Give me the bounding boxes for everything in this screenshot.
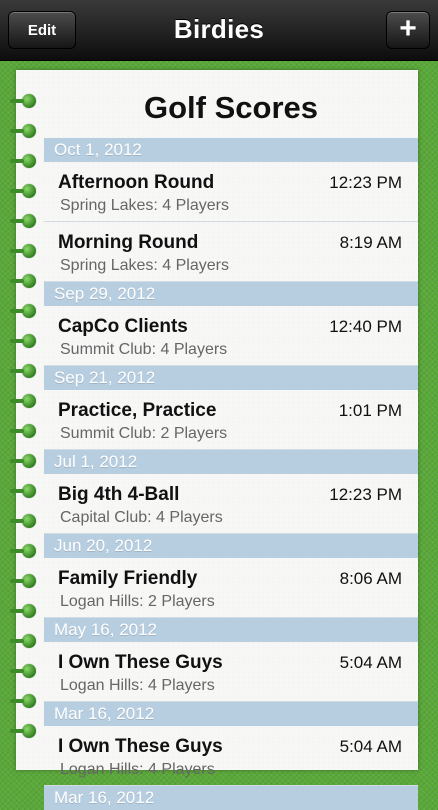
round-time: 5:04 AM — [339, 737, 402, 756]
round-course: Capital Club: 4 Players — [60, 509, 223, 526]
round-time: 8:19 AM — [339, 233, 402, 252]
binding-ring-icon — [10, 394, 36, 408]
navigation-bar: Edit Birdies + — [0, 0, 438, 61]
section-header: Mar 16, 2012 — [44, 786, 418, 810]
round-name: Practice, Practice — [58, 400, 217, 421]
section-header: Jun 20, 2012 — [44, 534, 418, 558]
binding-ring-icon — [10, 424, 36, 438]
round-row[interactable]: Family Friendly 8:06 AM Logan Hills: 2 P… — [44, 558, 418, 618]
page-title: Birdies — [173, 14, 265, 44]
binding-ring-icon — [10, 454, 36, 468]
binding-ring-icon — [10, 694, 36, 708]
rounds-list: Oct 1, 2012 Afternoon Round 12:23 PM Spr… — [44, 138, 418, 810]
round-course: Logan Hills: 2 Players — [60, 593, 215, 610]
round-course: Spring Lakes: 4 Players — [60, 257, 229, 274]
round-course: Summit Club: 2 Players — [60, 425, 228, 442]
round-row[interactable]: Big 4th 4-Ball 12:23 PM Capital Club: 4 … — [44, 474, 418, 534]
binding-ring-icon — [10, 154, 36, 168]
round-time: 12:23 PM — [329, 485, 402, 504]
section-header: May 16, 2012 — [44, 618, 418, 642]
binding-ring-icon — [10, 334, 36, 348]
add-round-button[interactable]: + — [386, 11, 430, 49]
notepad-sheet: Golf Scores Oct 1, 2012 Afternoon Round … — [16, 70, 418, 810]
round-row[interactable]: Afternoon Round 12:23 PM Spring Lakes: 4… — [44, 162, 418, 222]
round-name: Big 4th 4-Ball — [58, 484, 180, 505]
round-row[interactable]: Practice, Practice 1:01 PM Summit Club: … — [44, 390, 418, 450]
section-header: Jul 1, 2012 — [44, 450, 418, 474]
round-course: Logan Hills: 4 Players — [60, 677, 215, 694]
round-course: Spring Lakes: 4 Players — [60, 197, 229, 214]
round-course: Logan Hills: 4 Players — [60, 761, 215, 778]
binding-ring-icon — [10, 724, 36, 738]
binding-ring-icon — [10, 514, 36, 528]
round-time: 5:04 AM — [339, 653, 402, 672]
round-name: CapCo Clients — [58, 316, 188, 337]
binding-ring-icon — [10, 544, 36, 558]
binding-ring-icon — [10, 634, 36, 648]
binding-ring-icon — [10, 604, 36, 618]
binding-ring-icon — [10, 664, 36, 678]
binding-ring-icon — [10, 484, 36, 498]
binding-ring-icon — [10, 304, 36, 318]
round-name: Family Friendly — [58, 568, 198, 589]
section-header: Oct 1, 2012 — [44, 138, 418, 162]
binding-ring-icon — [10, 184, 36, 198]
binding-ring-icon — [10, 244, 36, 258]
section-header: Mar 16, 2012 — [44, 702, 418, 726]
round-name: I Own These Guys — [58, 736, 223, 757]
plus-icon: + — [399, 11, 417, 45]
binding-ring-icon — [10, 214, 36, 228]
round-row[interactable]: I Own These Guys 5:04 AM Logan Hills: 4 … — [44, 642, 418, 702]
round-name: Morning Round — [58, 232, 199, 253]
round-time: 12:23 PM — [329, 173, 402, 192]
sheet-title: Golf Scores — [144, 90, 318, 125]
round-row[interactable]: CapCo Clients 12:40 PM Summit Club: 4 Pl… — [44, 306, 418, 366]
round-name: Afternoon Round — [58, 172, 215, 193]
section-header: Sep 29, 2012 — [44, 282, 418, 306]
binding-ring-icon — [10, 94, 36, 108]
round-row[interactable]: I Own These Guys 5:04 AM Logan Hills: 4 … — [44, 726, 418, 786]
binding-ring-icon — [10, 364, 36, 378]
binding-ring-icon — [10, 274, 36, 288]
binding-ring-icon — [10, 124, 36, 138]
round-time: 8:06 AM — [339, 569, 402, 588]
round-name: I Own These Guys — [58, 652, 223, 673]
binding-ring-icon — [10, 574, 36, 588]
round-row[interactable]: Morning Round 8:19 AM Spring Lakes: 4 Pl… — [44, 222, 418, 282]
section-header: Sep 21, 2012 — [44, 366, 418, 390]
round-time: 12:40 PM — [329, 317, 402, 336]
round-course: Summit Club: 4 Players — [60, 341, 228, 358]
round-time: 1:01 PM — [338, 401, 402, 420]
